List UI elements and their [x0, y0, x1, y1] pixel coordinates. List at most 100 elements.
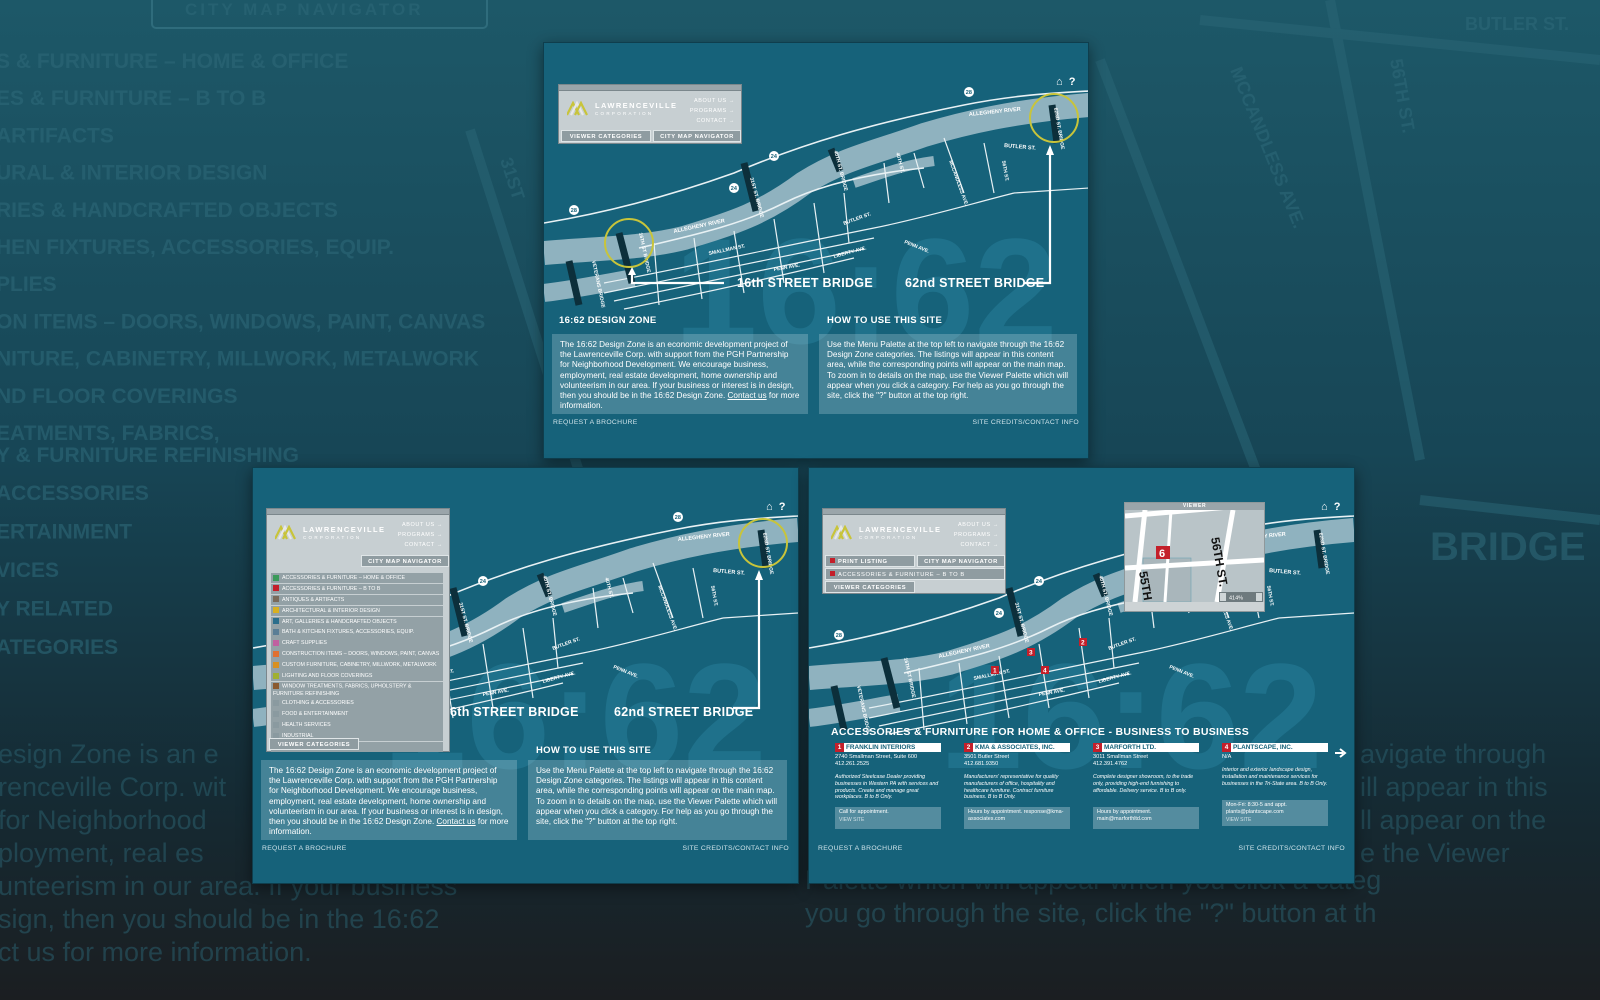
- contact-link[interactable]: Contact us: [437, 817, 476, 826]
- palette-titlebar[interactable]: [823, 509, 1005, 515]
- bg-category-line: URAL & INTERIOR DESIGN: [0, 162, 267, 185]
- about-us-link[interactable]: ABOUT US →: [398, 520, 443, 530]
- bg-body-line: ll appear on the: [1360, 805, 1546, 835]
- map-marker-label: 1: [993, 668, 997, 675]
- category-label: LIGHTING AND FLOOR COVERINGS: [282, 673, 373, 680]
- contact-link[interactable]: CONTACT →: [954, 540, 999, 550]
- zoom-in-button[interactable]: [1220, 593, 1226, 601]
- site-credits-link[interactable]: SITE CREDITS/CONTACT INFO: [1238, 845, 1345, 852]
- home-icon[interactable]: ⌂: [766, 501, 773, 513]
- viewer-categories-button[interactable]: VIEWER CATEGORIES: [269, 738, 359, 750]
- contact-link[interactable]: CONTACT →: [690, 116, 735, 126]
- bg-category-line: ATEGORIES: [0, 636, 118, 659]
- category-item[interactable]: CONSTRUCTION ITEMS – DOORS, WINDOWS, PAI…: [271, 649, 443, 660]
- palette-titlebar[interactable]: [267, 509, 449, 515]
- request-brochure-link[interactable]: REQUEST A BROCHURE: [818, 845, 903, 852]
- lawrenceville-logo[interactable]: LAWRENCEVILLE CORPORATION: [567, 99, 702, 121]
- viewer-categories-button[interactable]: VIEWER CATEGORIES: [825, 581, 915, 593]
- lawrenceville-logo[interactable]: LAWRENCEVILLE CORPORATION: [275, 523, 410, 545]
- listing-card: 1 FRANKLIN INTERIORS 2740 Smallman Street,…: [835, 743, 941, 829]
- bg-body-line: you go through the site, click the "?" b…: [805, 898, 1377, 928]
- view-site-link[interactable]: VIEW SITE: [839, 817, 937, 824]
- bg-body-line: e the Viewer: [1360, 838, 1510, 868]
- category-swatch: [273, 629, 279, 636]
- bg-body-line: renceville Corp. wit: [0, 772, 227, 802]
- programs-link[interactable]: PROGRAMS →: [398, 530, 443, 540]
- logo-subtitle: CORPORATION: [595, 111, 654, 116]
- help-icon[interactable]: ?: [1334, 501, 1341, 513]
- bg-category-line: S & FURNITURE – HOME & OFFICE: [0, 50, 348, 73]
- city-map-navigator-button[interactable]: CITY MAP NAVIGATOR: [653, 130, 741, 142]
- category-item[interactable]: WINDOW TREATMENTS, FABRICS, UPHOLSTERY &…: [271, 681, 443, 698]
- city-map-navigator-button[interactable]: CITY MAP NAVIGATOR: [361, 555, 449, 567]
- category-item[interactable]: ACCESSORIES & FURNITURE – HOME & OFFICE: [271, 573, 443, 584]
- palette-titlebar[interactable]: [559, 85, 741, 91]
- map-marker-label: 3: [1029, 650, 1033, 657]
- listing-phone: 412.261.2525: [835, 761, 870, 767]
- request-brochure-link[interactable]: REQUEST A BROCHURE: [262, 845, 347, 852]
- map-marker-label: 4: [1043, 668, 1047, 675]
- category-swatch: [273, 607, 279, 614]
- listing-hours: Mon-Fri: 8:30-5 and appt. plants@plantsc…: [1222, 800, 1328, 826]
- category-item[interactable]: CLOTHING & ACCESSORIES: [271, 698, 443, 709]
- listing-phone: 412.681.9350: [964, 761, 999, 767]
- listing-address: 3011 Smallman Street: [1093, 754, 1148, 760]
- selected-category[interactable]: ACCESSORIES & FURNITURE – B TO B: [825, 568, 1005, 580]
- category-label: CLOTHING & ACCESSORIES: [282, 700, 354, 707]
- listing-hours-text: Hours by appointment. main@marforthltd.c…: [1097, 809, 1152, 822]
- design-zone-title: 16:62 DESIGN ZONE: [559, 315, 657, 326]
- logo-name: LAWRENCEVILLE: [595, 101, 678, 110]
- category-item[interactable]: HEALTH SERVICES: [271, 720, 443, 731]
- print-listing-button[interactable]: PRINT LISTING: [825, 555, 915, 567]
- request-brochure-link[interactable]: REQUEST A BROCHURE: [553, 419, 638, 426]
- category-item[interactable]: BATH & KITCHEN FIXTURES, ACCESSORIES, EQ…: [271, 627, 443, 638]
- listing-header[interactable]: 1 FRANKLIN INTERIORS: [835, 743, 941, 752]
- listing-hours-text: Mon-Fri: 8:30-5 and appt. plants@plantsc…: [1226, 802, 1287, 815]
- bg-category-line: ACCESSORIES: [0, 482, 149, 505]
- lawrenceville-logo[interactable]: LAWRENCEVILLE CORPORATION: [831, 523, 966, 545]
- help-icon[interactable]: ?: [779, 501, 786, 513]
- listing-header[interactable]: 4 PLANTSCAPE, INC.: [1222, 743, 1328, 752]
- category-item[interactable]: ANTIQUES & ARTIFACTS: [271, 594, 443, 606]
- about-us-link[interactable]: ABOUT US →: [954, 520, 999, 530]
- city-map-navigator-button[interactable]: CITY MAP NAVIGATOR: [917, 555, 1005, 567]
- view-site-link[interactable]: VIEW SITE: [1226, 817, 1324, 824]
- category-label: WINDOW TREATMENTS, FABRICS, UPHOLSTERY &…: [273, 683, 412, 697]
- viewer-categories-button[interactable]: VIEWER CATEGORIES: [561, 130, 651, 142]
- bg-category-line: HEN FIXTURES, ACCESSORIES, EQUIP.: [0, 236, 394, 259]
- home-icon[interactable]: ⌂: [1056, 76, 1063, 88]
- route-shield-label: 28: [675, 515, 681, 521]
- listing-address: N/A: [1222, 754, 1232, 760]
- viewer-palette[interactable]: VIEWER 6 56TH ST. 55TH S 414%: [1124, 502, 1265, 612]
- category-item[interactable]: ART, GALLERIES & HANDCRAFTED OBJECTS: [271, 616, 443, 627]
- listing-name: KMA & ASSOCIATES, INC.: [975, 744, 1055, 751]
- listing-header[interactable]: 3 MARFORTH LTD.: [1093, 743, 1199, 752]
- category-label: ACCESSORIES & FURNITURE – HOME & OFFICE: [282, 575, 406, 581]
- site-credits-link[interactable]: SITE CREDITS/CONTACT INFO: [682, 845, 789, 852]
- how-to-title: HOW TO USE THIS SITE: [536, 745, 652, 756]
- bg-header-label: CITY MAP NAVIGATOR: [185, 0, 424, 19]
- bg-body-line: for Neighborhood: [0, 805, 207, 835]
- help-icon[interactable]: ?: [1069, 76, 1076, 88]
- category-item[interactable]: FOOD & ENTERTAINMENT: [271, 709, 443, 720]
- category-item[interactable]: CUSTOM FURNITURE, CABINETRY, MILLWORK, M…: [271, 660, 443, 671]
- category-item[interactable]: ARCHITECTURAL & INTERIOR DESIGN: [271, 605, 443, 617]
- category-item[interactable]: LIGHTING AND FLOOR COVERINGS: [271, 671, 443, 682]
- home-icon[interactable]: ⌂: [1321, 501, 1328, 513]
- contact-link[interactable]: CONTACT →: [398, 540, 443, 550]
- top-nav-menu: ABOUT US → PROGRAMS → CONTACT →: [690, 96, 735, 126]
- programs-link[interactable]: PROGRAMS →: [954, 530, 999, 540]
- about-us-link[interactable]: ABOUT US →: [690, 96, 735, 106]
- site-credits-link[interactable]: SITE CREDITS/CONTACT INFO: [972, 419, 1079, 426]
- bg-bridge-label: BRIDGE: [1430, 525, 1586, 569]
- category-item[interactable]: ACCESSORIES & FURNITURE – B TO B: [271, 583, 443, 595]
- programs-link[interactable]: PROGRAMS →: [690, 106, 735, 116]
- listing-header[interactable]: 2 KMA & ASSOCIATES, INC.: [964, 743, 1070, 752]
- contact-link[interactable]: Contact us: [728, 391, 767, 400]
- next-arrow-icon[interactable]: [1335, 748, 1347, 758]
- listing-name: PLANTSCAPE, INC.: [1233, 744, 1293, 751]
- logo-name: LAWRENCEVILLE: [859, 525, 942, 534]
- category-item[interactable]: CRAFT SUPPLIES: [271, 638, 443, 649]
- zoom-out-button[interactable]: [1256, 593, 1262, 601]
- bg-street-butler: BUTLER ST.: [1465, 14, 1569, 34]
